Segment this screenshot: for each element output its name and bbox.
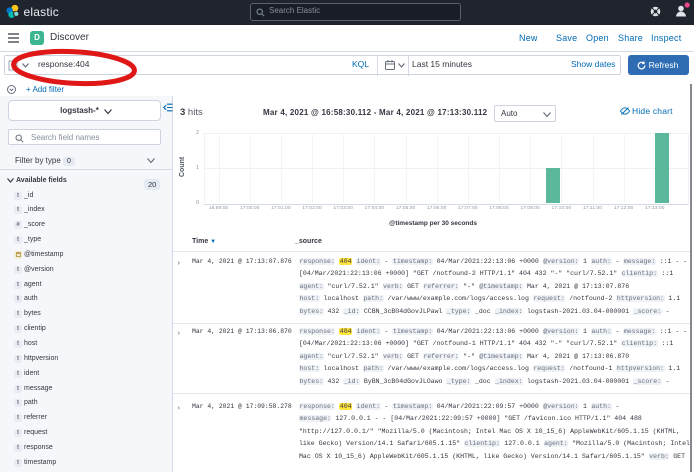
svg-text:Count: Count	[179, 156, 186, 177]
